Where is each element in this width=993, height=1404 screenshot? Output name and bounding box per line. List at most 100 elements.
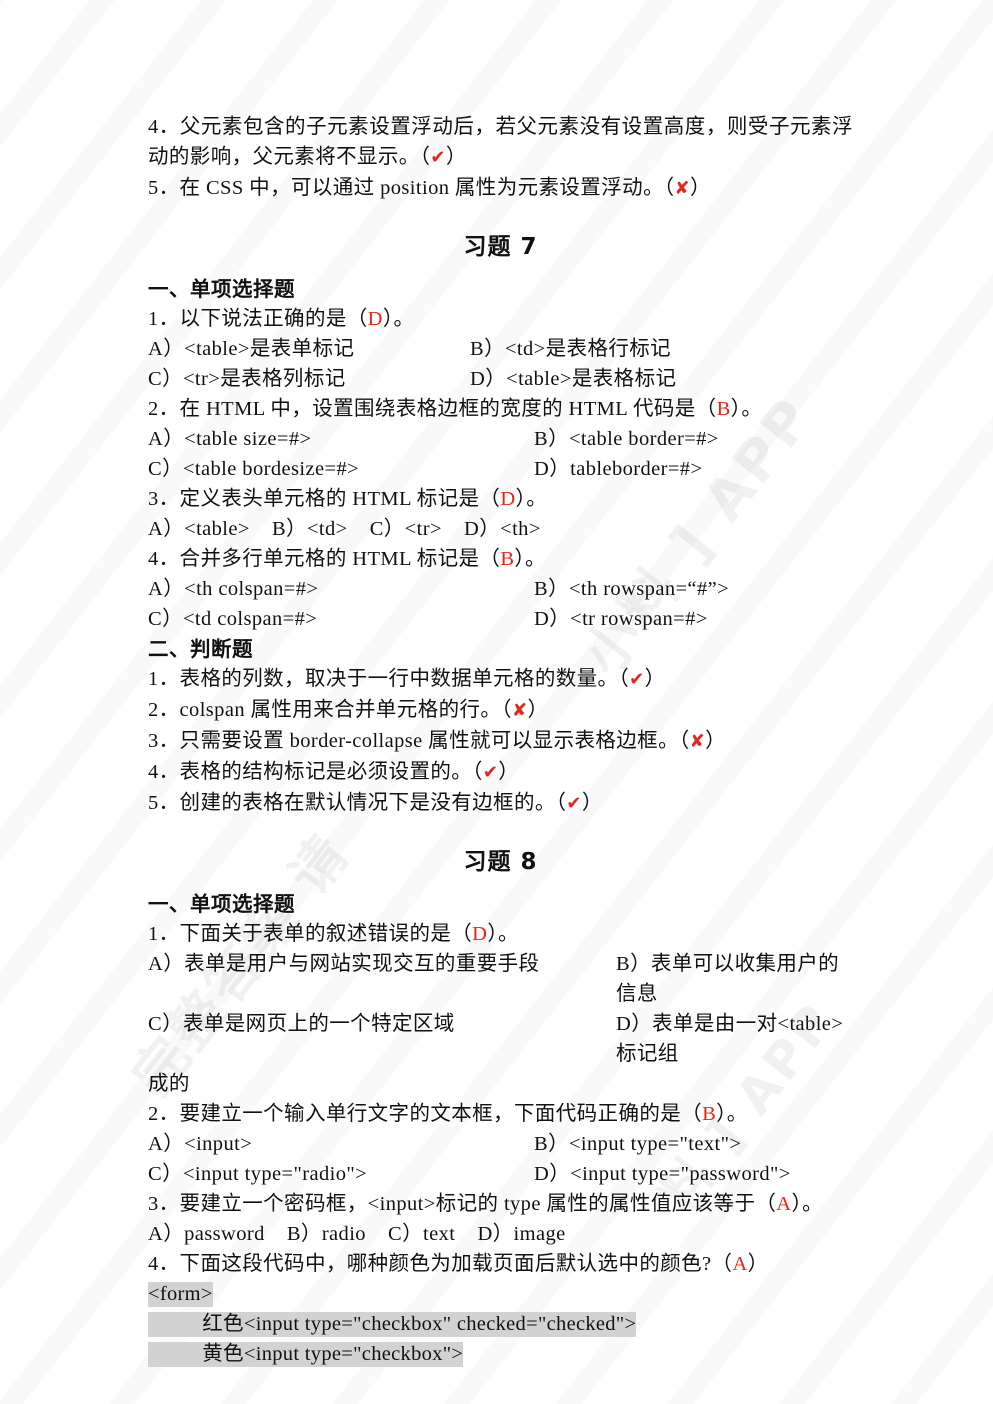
c8-q1-option-d: D）表单是由一对<table>标记组 [616,1013,844,1065]
c7-q3-stem: 3．定义表头单元格的 HTML 标记是（D）。 [148,484,853,514]
c8-q1-option-a: A）表单是用户与网站实现交互的重要手段 [148,953,540,975]
c8-q2-option-c: C）<input type="radio"> [148,1163,368,1185]
c8-q2-option-b: B）<input type="text"> [534,1133,742,1155]
chapter-7-title: 习题 7 [463,234,538,260]
c7-q1-option-d: D）<table>是表格标记 [470,368,677,390]
c8-q3-answer: A [776,1193,792,1215]
c8-q2-option-a: A）<input> [148,1133,253,1155]
document-page: 小料 ] APP 完整答案 请 料 ] APP 4．父元素包含的子元素设置浮动后… [0,0,993,1404]
c8-q2-stem: 2．要建立一个输入单行文字的文本框，下面代码正确的是（B）。 [148,1099,853,1129]
c7-q1-option-c: C）<tr>是表格列标记 [148,368,346,390]
c7-tf-item-2-tail: ） [527,699,549,721]
check-mark-icon: ✔ [430,147,446,168]
c8-q4-stem-post: ） [747,1253,769,1275]
cross-mark-icon: ✘ [674,178,691,199]
c7-tf-item-4-text: 4．表格的结构标记是必须设置的。（ [148,761,483,783]
carryover-item-5: 5．在 CSS 中，可以通过 position 属性为元素设置浮动。（✘） [148,173,853,204]
check-mark-icon: ✔ [629,669,645,690]
cross-mark-icon: ✘ [689,731,706,752]
c7-q3-stem-post: ）。 [515,488,548,510]
chapter-7-section-1-heading: 一、单项选择题 [148,277,295,301]
carryover-item-4-text: 4．父元素包含的子元素设置浮动后，若父元素没有设置高度，则受子元素浮动的影响，父… [148,116,853,168]
c7-q3-answer: D [500,488,516,510]
c8-q3-stem: 3．要建立一个密码框，<input>标记的 type 属性的属性值应该等于（A）… [148,1189,853,1219]
c7-q4-stem-post: ）。 [514,548,546,570]
c7-tf-item-1: 1．表格的列数，取决于一行中数据单元格的数量。（✔） [148,664,853,695]
chapter-8-title: 习题 8 [463,849,538,875]
c8-q4-code-text-2: 红色<input type="checkbox" checked="checke… [148,1312,637,1337]
c8-q2-stem-post: ）。 [716,1103,748,1125]
c7-q2-option-a: A）<table size=#> [148,428,312,450]
c8-q4-code-text-1: <form> [148,1282,213,1307]
c8-q1-options-row-2: C）表单是网页上的一个特定区域 D）表单是由一对<table>标记组 [148,1009,853,1069]
carryover-item-5-text: 5．在 CSS 中，可以通过 position 属性为元素设置浮动。（ [148,177,675,199]
c7-q4-options-row-2: C）<td colspan=#> D）<tr rowspan=#> [148,604,853,634]
c8-q3-stem-post: ）。 [791,1193,824,1215]
c7-q3-stem-pre: 3．定义表头单元格的 HTML 标记是（ [148,488,501,510]
c7-q1-options-row-2: C）<tr>是表格列标记 D）<table>是表格标记 [148,364,853,394]
carryover-item-4: 4．父元素包含的子元素设置浮动后，若父元素没有设置高度，则受子元素浮动的影响，父… [148,112,853,173]
c7-q1-options-row-1: A）<table>是表单标记 B）<td>是表格行标记 [148,334,853,364]
c7-q4-stem: 4．合并多行单元格的 HTML 标记是（B）。 [148,544,853,574]
c7-q2-options-row-1: A）<table size=#> B）<table border=#> [148,424,853,454]
chapter-8-section-1-heading: 一、单项选择题 [148,892,295,916]
c8-q1-options-row-1: A）表单是用户与网站实现交互的重要手段 B）表单可以收集用户的信息 [148,949,853,1009]
c7-q2-option-b: B）<table border=#> [534,428,719,450]
c7-q4-stem-pre: 4．合并多行单元格的 HTML 标记是（ [148,548,501,570]
carryover-item-4-tail: ） [445,146,467,168]
page-content: 4．父元素包含的子元素设置浮动后，若父元素没有设置高度，则受子元素浮动的影响，父… [0,0,993,1369]
carryover-item-5-tail: ） [690,177,711,199]
c7-tf-item-1-text: 1．表格的列数，取决于一行中数据单元格的数量。（ [148,668,630,690]
c7-q4-option-c: C）<td colspan=#> [148,608,318,630]
c7-q2-option-d: D）tableborder=#> [534,458,703,480]
c8-q1-stem: 1．下面关于表单的叙述错误的是（D）。 [148,919,853,949]
c8-q1-option-b: B）表单可以收集用户的信息 [616,953,840,1005]
c8-q4-code-line-3: 黄色<input type="checkbox"> [148,1339,853,1369]
c7-q4-option-d: D）<tr rowspan=#> [534,608,708,630]
c7-q4-answer: B [500,548,515,570]
c7-q1-stem-post: ）。 [382,308,415,330]
c7-q2-options-row-2: C）<table bordesize=#> D）tableborder=#> [148,454,853,484]
c8-q1-answer: D [472,923,488,945]
c7-q2-option-c: C）<table bordesize=#> [148,458,360,480]
c7-tf-item-3-tail: ） [705,730,727,752]
c8-q4-answer: A [732,1253,748,1275]
c8-q4-code-text-3: 黄色<input type="checkbox"> [148,1342,464,1367]
c7-q3-options: A）<table> B）<td> C）<tr> D）<th> [148,518,541,540]
cross-mark-icon: ✘ [511,700,528,721]
c8-q4-code-line-2: 红色<input type="checkbox" checked="checke… [148,1309,853,1339]
c7-tf-item-3: 3．只需要设置 border-collapse 属性就可以显示表格边框。（✘） [148,726,853,757]
c8-q1-option-d-wrap: 成的 [148,1073,190,1095]
c7-q2-stem-post: ）。 [730,398,763,420]
c8-q2-option-d: D）<input type="password"> [534,1163,791,1185]
c7-q4-option-a: A）<th colspan=#> [148,578,319,600]
c7-tf-item-4-tail: ） [498,761,520,783]
c7-q4-options-row-1: A）<th colspan=#> B）<th rowspan=“#”> [148,574,853,604]
c7-q2-stem: 2．在 HTML 中，设置围绕表格边框的宽度的 HTML 代码是（B）。 [148,394,853,424]
c8-q4-code-line-1: <form> [148,1279,853,1309]
c8-q2-stem-pre: 2．要建立一个输入单行文字的文本框，下面代码正确的是（ [148,1103,703,1125]
c7-q1-answer: D [367,308,383,330]
c7-q4-option-b: B）<th rowspan=“#”> [534,578,730,600]
c8-q1-stem-post: ）。 [487,923,519,945]
c7-tf-item-1-tail: ） [644,668,666,690]
check-mark-icon: ✔ [482,762,499,783]
c7-q1-option-a: A）<table>是表单标记 [148,338,355,360]
c7-q2-answer: B [716,398,731,420]
c8-q4-stem: 4．下面这段代码中，哪种颜色为加载页面后默认选中的颜色?（A） [148,1249,853,1279]
chapter-7-section-2-heading: 二、判断题 [148,637,253,661]
c7-tf-item-5-text: 5．创建的表格在默认情况下是没有边框的。（ [148,792,567,814]
c7-q1-stem-pre: 1．以下说法正确的是（ [148,308,368,330]
c7-q1-stem: 1．以下说法正确的是（D）。 [148,304,853,334]
c7-tf-item-5: 5．创建的表格在默认情况下是没有边框的。（✔） [148,788,853,819]
c8-q3-options: A）password B）radio C）text D）image [148,1223,566,1245]
c8-q2-answer: B [702,1103,717,1125]
c7-q1-option-b: B）<td>是表格行标记 [470,338,672,360]
check-mark-icon: ✔ [566,793,582,814]
c7-tf-item-5-tail: ） [581,792,603,814]
c7-tf-item-2: 2．colspan 属性用来合并单元格的行。（✘） [148,695,853,726]
c7-tf-item-2-text: 2．colspan 属性用来合并单元格的行。（ [148,699,512,721]
c7-tf-item-3-text: 3．只需要设置 border-collapse 属性就可以显示表格边框。（ [148,730,690,752]
c8-q1-stem-pre: 1．下面关于表单的叙述错误的是（ [148,923,473,945]
c7-tf-item-4: 4．表格的结构标记是必须设置的。（✔） [148,757,853,788]
